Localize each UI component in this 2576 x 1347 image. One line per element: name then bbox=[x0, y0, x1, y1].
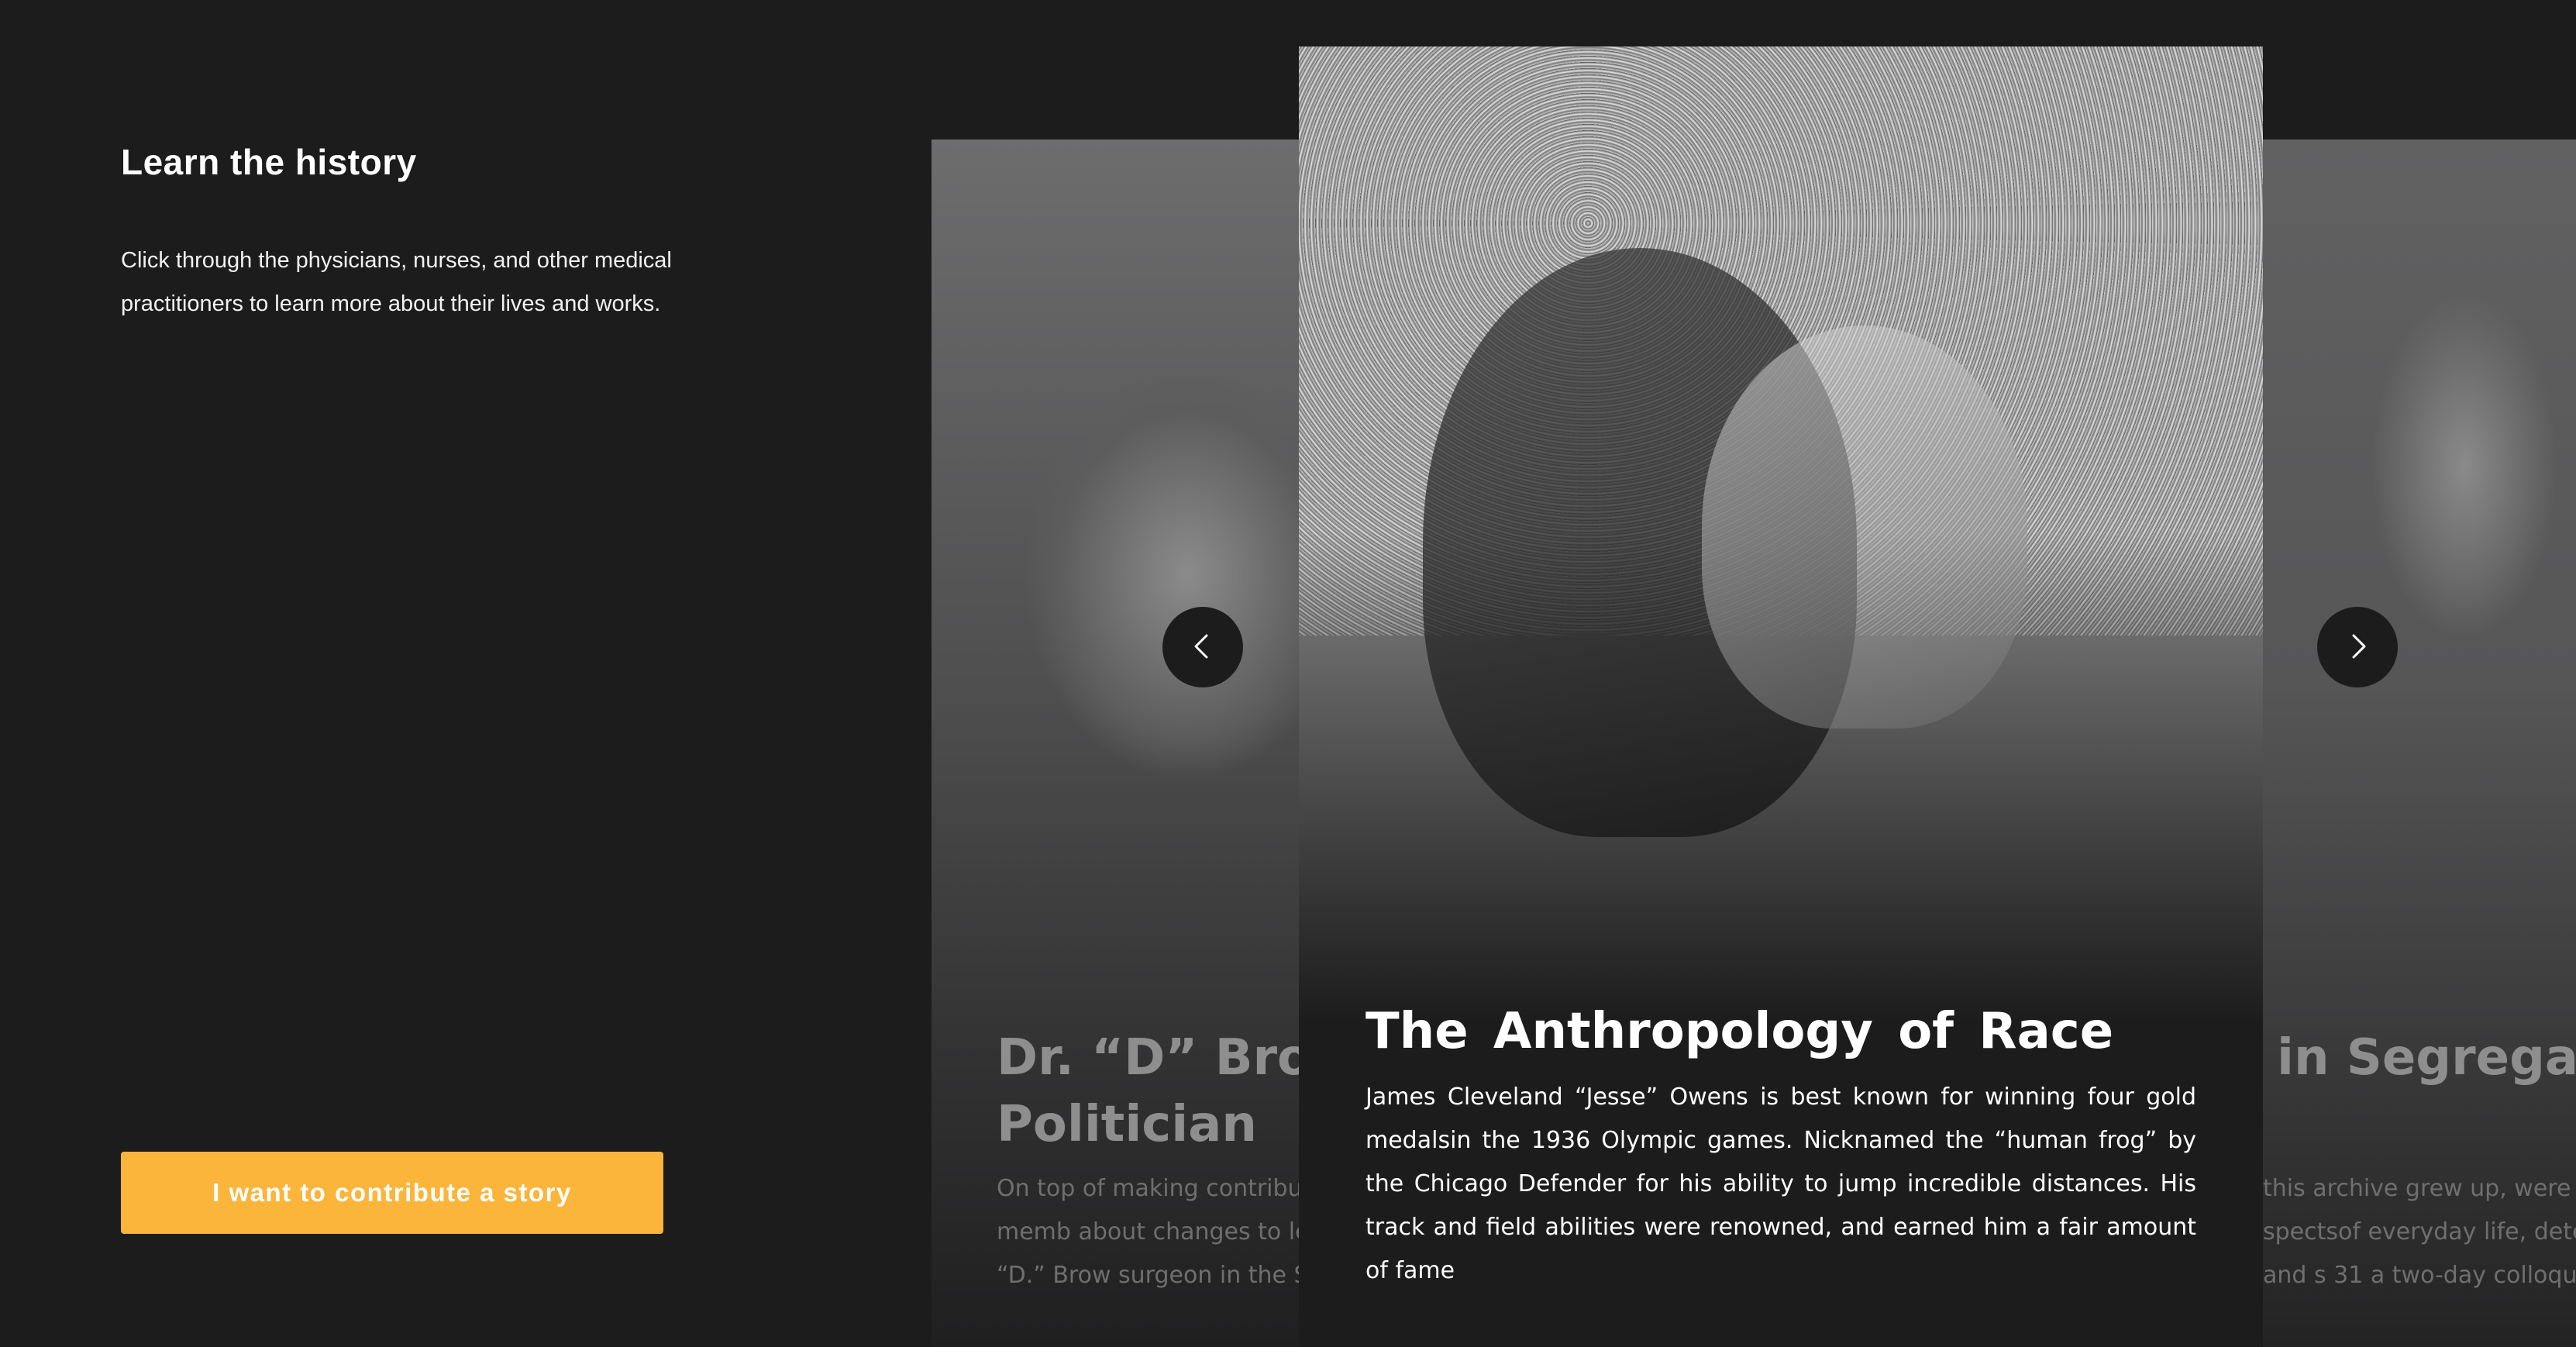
section-description: Click through the physicians, nurses, an… bbox=[121, 248, 672, 316]
card-description: On top of making contribu and teaching, … bbox=[997, 1175, 1299, 1289]
card-photo-figure bbox=[1702, 326, 2027, 729]
card-description: James Cleveland “Jesse” Owens is best kn… bbox=[1365, 1083, 2196, 1284]
contribute-story-button[interactable]: I want to contribute a story bbox=[121, 1152, 663, 1234]
carousel-card-next[interactable]: in Segregate D.C. this archive grew up, … bbox=[2263, 140, 2576, 1347]
card-title: Dr. “D” Brow Politician bbox=[997, 1029, 1299, 1153]
card-title: in Segregate D.C. bbox=[2277, 1029, 2576, 1087]
card-title: The Anthropology of Race bbox=[1365, 1003, 2114, 1060]
card-photo bbox=[2263, 140, 2576, 1347]
carousel-prev-button[interactable] bbox=[1162, 607, 1243, 687]
card-photo bbox=[932, 140, 1299, 1347]
chevron-right-icon bbox=[2342, 631, 2373, 664]
carousel-card-previous[interactable]: Dr. “D” Brow Politician On top of making… bbox=[932, 140, 1299, 1347]
carousel-card-active[interactable]: The Anthropology of Race James Cleveland… bbox=[1299, 47, 2263, 1347]
card-description: this archive grew up, were e in a societ… bbox=[2263, 1175, 2576, 1289]
carousel-next-button[interactable] bbox=[2317, 607, 2398, 687]
section-title: Learn the history bbox=[121, 142, 417, 182]
chevron-left-icon bbox=[1187, 631, 1218, 664]
